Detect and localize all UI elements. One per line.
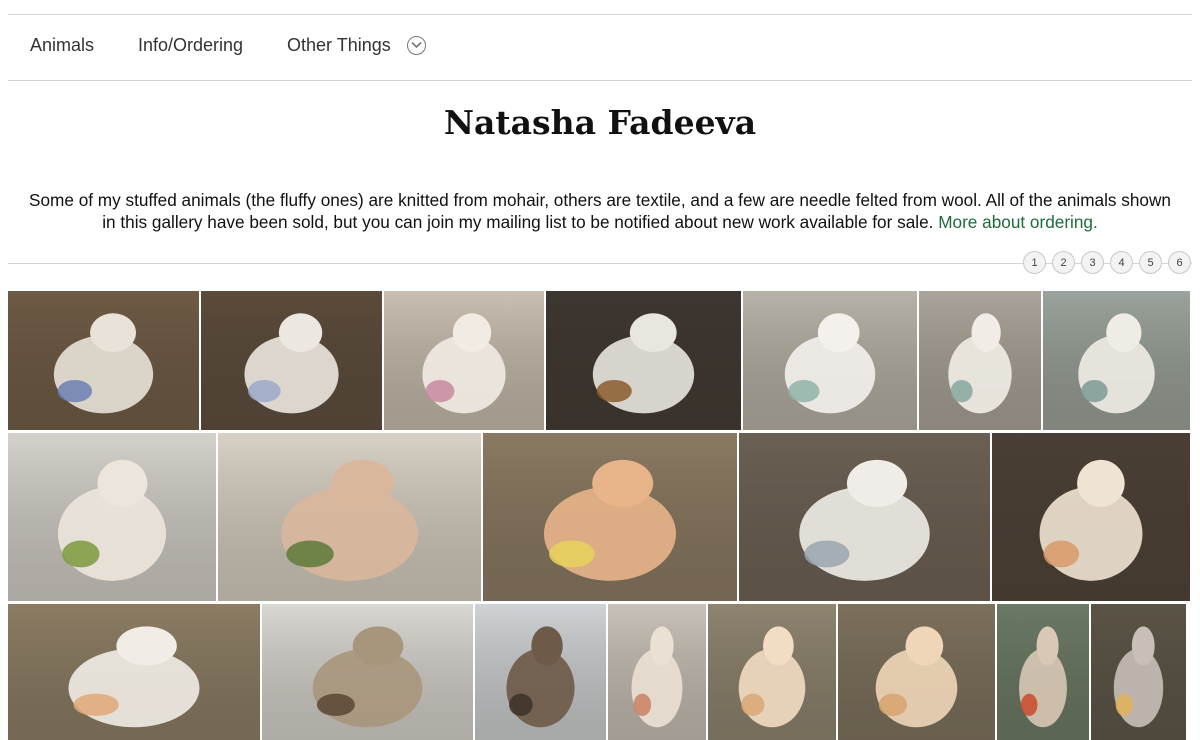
photo-mice-tea-party-2[interactable] <box>201 291 382 430</box>
photo-bunny-in-sweater[interactable] <box>997 604 1089 740</box>
photo-mice-with-flowers[interactable] <box>8 433 216 601</box>
page-button-3[interactable]: 3 <box>1081 251 1104 274</box>
page-button-4[interactable]: 4 <box>1110 251 1133 274</box>
nav-item-info-ordering[interactable]: Info/Ordering <box>138 35 243 56</box>
main-nav: Animals Info/Ordering Other Things <box>8 15 1192 81</box>
page-title: Natasha Fadeeva <box>443 103 757 142</box>
photo-cat-standing[interactable] <box>1091 604 1186 740</box>
photo-bunny-fluffy-1[interactable] <box>708 604 836 740</box>
photo-mouse-with-sled[interactable] <box>546 291 741 430</box>
gallery-row <box>8 433 1192 601</box>
photo-cats-group[interactable] <box>8 604 260 740</box>
page-button-6[interactable]: 6 <box>1168 251 1191 274</box>
gallery-row <box>8 291 1192 430</box>
photo-cat-with-small-animals[interactable] <box>483 433 737 601</box>
photo-mice-tea-party-1[interactable] <box>8 291 199 430</box>
nav-item-animals[interactable]: Animals <box>30 35 94 56</box>
page-button-5[interactable]: 5 <box>1139 251 1162 274</box>
photo-fluffy-cat-lying[interactable] <box>992 433 1190 601</box>
photo-mice-pair-scarves[interactable] <box>384 291 544 430</box>
page-button-2[interactable]: 2 <box>1052 251 1075 274</box>
more-about-ordering-link[interactable]: More about ordering. <box>938 212 1098 232</box>
photo-mice-on-bench-1[interactable] <box>743 291 917 430</box>
section-divider <box>8 263 1192 264</box>
photo-bunny-fluffy-2[interactable] <box>838 604 995 740</box>
chevron-down-icon[interactable] <box>407 36 426 55</box>
gallery-row <box>8 604 1192 740</box>
intro-text: Some of my stuffed animals (the fluffy o… <box>24 189 1176 233</box>
photo-cat-with-bag[interactable] <box>608 604 706 740</box>
photo-mice-on-bench-2[interactable] <box>919 291 1041 430</box>
nav-item-other-things[interactable]: Other Things <box>287 35 391 56</box>
photo-sleeping-bear[interactable] <box>262 604 473 740</box>
photo-bird-in-snow[interactable] <box>475 604 606 740</box>
photo-white-cats-window[interactable] <box>739 433 990 601</box>
page-button-1[interactable]: 1 <box>1023 251 1046 274</box>
photo-mice-floral-backdrop[interactable] <box>1043 291 1190 430</box>
pagination: 1 2 3 4 5 6 <box>1023 251 1191 274</box>
photo-mice-green-bench[interactable] <box>218 433 481 601</box>
